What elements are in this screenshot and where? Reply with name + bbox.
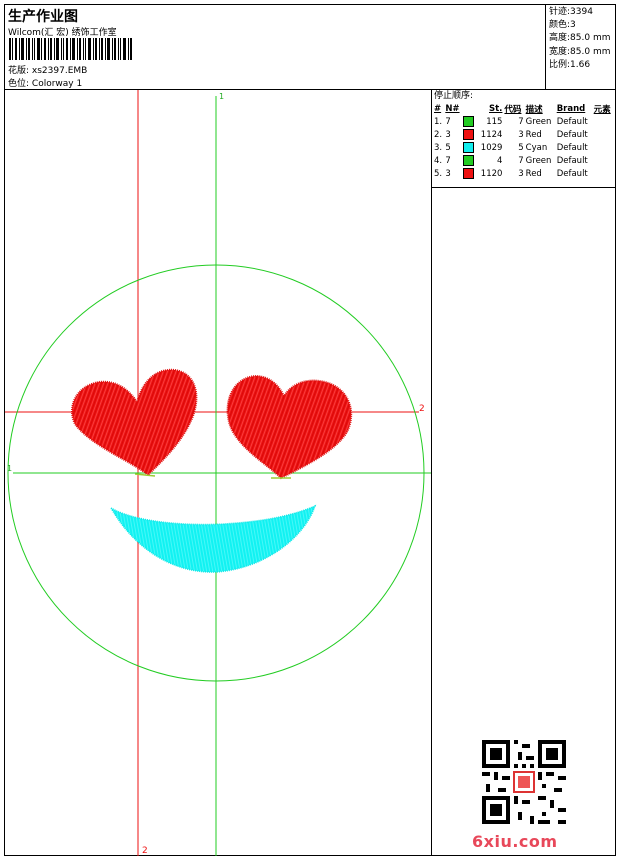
- row-needle: 3: [445, 168, 451, 179]
- stop-sequence-table: # N# St. 代码 描述 Brand 元素 1. 7 115 7 Green Defa…: [433, 102, 614, 180]
- col-swatch: [462, 102, 477, 115]
- table-row: 2. 3 1124 3 Red Default: [433, 128, 614, 141]
- row-desc: Red: [525, 129, 542, 140]
- studio-name: Wilcom(汇 宏) 绣饰工作室: [8, 28, 117, 38]
- row-stitches: 1124: [480, 129, 503, 140]
- table-row: 3. 5 1029 5 Cyan Default: [433, 141, 614, 154]
- row-stitches: 1120: [480, 168, 503, 179]
- marker-green-vertical: 1: [219, 92, 224, 101]
- file-value: xs2397.EMB: [31, 66, 88, 76]
- row-brand: Default: [556, 129, 588, 140]
- row-swatch: [462, 115, 477, 128]
- table-row: 1. 7 115 7 Green Default: [433, 115, 614, 128]
- col-needle: N#: [445, 103, 460, 114]
- col-stitches: St.: [489, 103, 503, 114]
- color-swatch: [463, 168, 475, 179]
- panel-divider: [432, 187, 615, 188]
- row-needle: 7: [445, 116, 451, 127]
- stop-sequence-title: 停止顺序:: [434, 91, 474, 101]
- stat-width: 宽度:85.0 mm: [549, 46, 611, 57]
- marker-red-horizontal: 2: [419, 404, 425, 414]
- sheet-header: 生产作业图 Wilcom(汇 宏) 绣饰工作室 花版: xs2397.EMB 色…: [5, 5, 615, 90]
- col-code: 代码: [504, 104, 522, 115]
- col-element: 元素: [593, 104, 611, 115]
- row-code: 7: [518, 116, 524, 127]
- row-index: 2.: [434, 129, 443, 140]
- row-desc: Green: [525, 155, 552, 166]
- row-stitches: 1029: [480, 142, 503, 153]
- marker-green-horizontal: 1: [7, 464, 12, 473]
- row-element: [593, 141, 614, 154]
- colorway: 色位: Colorway 1: [8, 76, 82, 89]
- smile-mouth: [108, 504, 317, 573]
- row-element: [593, 128, 614, 141]
- file-name: 花版: xs2397.EMB: [8, 63, 87, 76]
- row-index: 4.: [434, 155, 443, 166]
- qr-code-icon: [482, 740, 566, 824]
- col-desc: 描述: [525, 104, 543, 115]
- row-desc: Cyan: [525, 142, 548, 153]
- color-swatch: [463, 129, 475, 140]
- row-code: 7: [518, 155, 524, 166]
- stop-sequence-panel: 停止顺序: # N# St. 代码 描述 Brand 元素 1. 7 115 7 Gre…: [432, 90, 615, 856]
- row-needle: 3: [445, 129, 451, 140]
- file-label: 花版:: [8, 66, 30, 76]
- row-stitches: 115: [486, 116, 503, 127]
- col-index: #: [434, 103, 442, 114]
- table-row: 4. 7 4 7 Green Default: [433, 154, 614, 167]
- row-code: 5: [518, 142, 524, 153]
- row-index: 3.: [434, 142, 443, 153]
- row-desc: Green: [525, 116, 552, 127]
- site-watermark: 6xiu.com: [472, 832, 558, 851]
- production-sheet: 生产作业图 Wilcom(汇 宏) 绣饰工作室 花版: xs2397.EMB 色…: [4, 4, 616, 856]
- colorway-label: 色位:: [8, 79, 30, 89]
- col-brand: Brand: [556, 103, 586, 114]
- row-swatch: [462, 167, 477, 180]
- table-header-row: # N# St. 代码 描述 Brand 元素: [433, 102, 614, 115]
- embroidery-preview: 1 1 2 2: [5, 90, 431, 856]
- row-element: [593, 167, 614, 180]
- row-stitches: 4: [497, 155, 503, 166]
- row-desc: Red: [525, 168, 542, 179]
- row-needle: 7: [445, 155, 451, 166]
- stat-stitches: 针迹:3394: [549, 7, 593, 17]
- left-heart-eye: [71, 368, 198, 477]
- page-title: 生产作业图: [8, 9, 78, 25]
- marker-red-vertical: 2: [142, 846, 148, 856]
- stat-colors: 颜色:3: [549, 20, 576, 31]
- colorway-value: Colorway 1: [31, 79, 83, 89]
- row-brand: Default: [556, 116, 588, 127]
- row-swatch: [462, 154, 477, 167]
- row-index: 1.: [434, 116, 443, 127]
- row-element: [593, 115, 614, 128]
- design-canvas: 1 1 2 2: [5, 90, 432, 856]
- table-row: 5. 3 1120 3 Red Default: [433, 167, 614, 180]
- right-heart-eye: [226, 374, 353, 480]
- color-swatch: [463, 142, 475, 153]
- row-brand: Default: [556, 168, 588, 179]
- barcode-icon: [9, 38, 132, 60]
- row-code: 3: [518, 168, 524, 179]
- row-brand: Default: [556, 155, 588, 166]
- stat-scale: 比例:1.66: [549, 59, 591, 70]
- design-stats: 针迹:3394 颜色:3 高度:85.0 mm 宽度:85.0 mm 比例:1.…: [545, 5, 615, 89]
- row-swatch: [462, 128, 477, 141]
- row-needle: 5: [445, 142, 451, 153]
- color-swatch: [463, 155, 475, 166]
- row-brand: Default: [556, 142, 588, 153]
- stat-height: 高度:85.0 mm: [549, 33, 611, 44]
- row-element: [593, 154, 614, 167]
- row-swatch: [462, 141, 477, 154]
- color-swatch: [463, 116, 475, 127]
- row-index: 5.: [434, 168, 443, 179]
- row-code: 3: [518, 129, 524, 140]
